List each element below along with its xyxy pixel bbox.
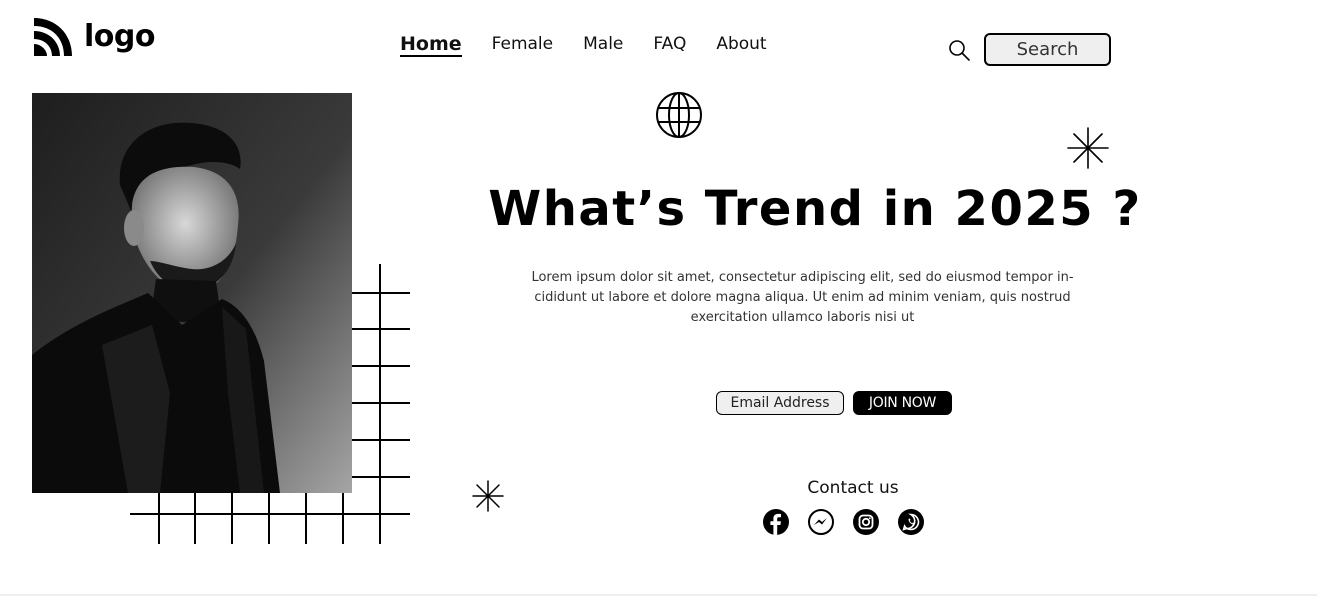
email-field[interactable]: Email Address [716, 391, 844, 415]
main-nav: Home Female Male FAQ About [400, 34, 797, 57]
social-links [763, 509, 924, 535]
search-icon[interactable] [947, 38, 971, 62]
hero-headline: What’s Trend in 2025 ? [488, 181, 1142, 237]
whatsapp-icon[interactable] [898, 509, 924, 535]
logo[interactable]: logo [32, 16, 155, 58]
join-now-button[interactable]: JOIN NOW [853, 391, 952, 415]
search-button[interactable]: Search [984, 33, 1111, 66]
instagram-icon[interactable] [853, 509, 879, 535]
hero-photo [32, 93, 352, 493]
facebook-icon[interactable] [763, 509, 789, 535]
hero-description: Lorem ipsum dolor sit amet, consectetur … [531, 270, 1074, 325]
nav-faq[interactable]: FAQ [653, 34, 686, 57]
globe-icon [656, 92, 702, 138]
contact-title: Contact us [807, 478, 899, 498]
nav-home[interactable]: Home [400, 34, 462, 57]
nav-about[interactable]: About [716, 34, 766, 57]
sparkle-icon [1067, 127, 1109, 169]
messenger-icon[interactable] [808, 509, 834, 535]
nav-female[interactable]: Female [492, 34, 553, 57]
footer-divider [0, 594, 1317, 596]
model-illustration [32, 93, 352, 493]
nav-male[interactable]: Male [583, 34, 623, 57]
logo-mark-icon [34, 18, 72, 56]
logo-text: logo [84, 19, 155, 54]
sparkle-icon [472, 480, 504, 512]
